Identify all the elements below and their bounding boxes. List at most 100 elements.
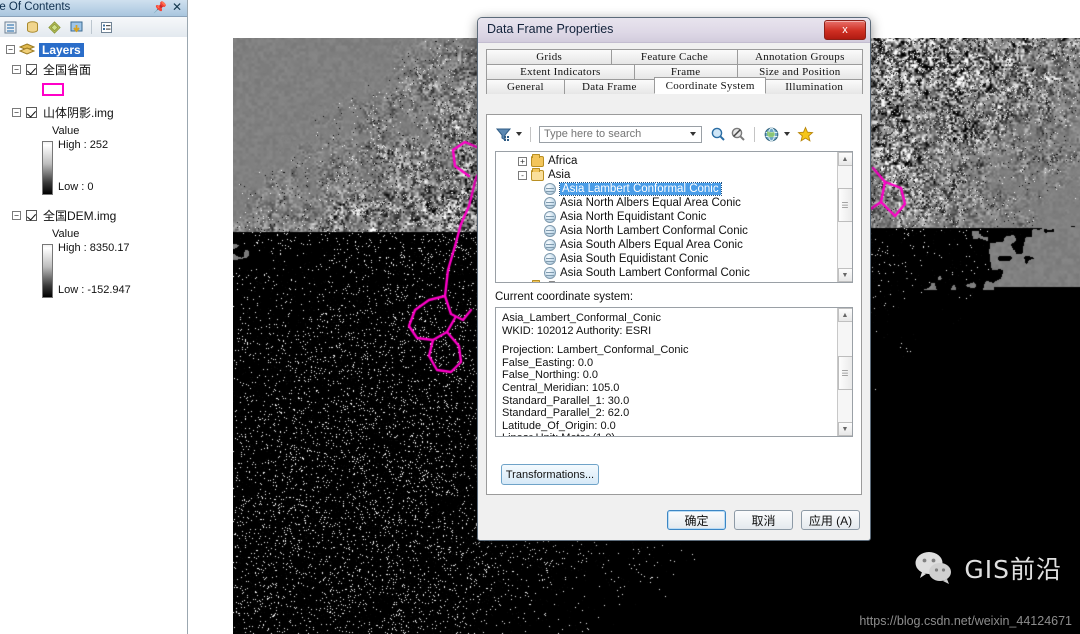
apply-button[interactable]: 应用 (A) xyxy=(801,510,860,530)
layer-name: 山体阴影.img xyxy=(43,106,114,120)
globe-icon xyxy=(544,267,556,279)
cs-detail-line: WKID: 102012 Authority: ESRI xyxy=(502,324,652,337)
pin-icon[interactable]: 📌 xyxy=(153,1,167,14)
expander-icon[interactable]: - xyxy=(518,170,527,180)
tree-item-label: Europe xyxy=(548,281,585,282)
tree-item-label: Asia xyxy=(548,169,571,181)
globe-icon xyxy=(544,183,556,195)
tab-general[interactable]: General xyxy=(486,79,565,94)
globe-dropdown-icon[interactable] xyxy=(784,132,790,136)
scroll-track[interactable]: ☰ xyxy=(837,166,852,268)
toc-root-layers[interactable]: − Layers xyxy=(0,41,187,58)
globe-icon xyxy=(544,253,556,265)
cs-detail-line: Standard_Parallel_2: 62.0 xyxy=(502,407,630,420)
magenta-outline-swatch[interactable] xyxy=(42,83,64,96)
toc-layer-item[interactable]: − 全国DEM.img xyxy=(0,207,187,224)
toc-layer-item[interactable]: − 山体阴影.img xyxy=(0,104,187,121)
dialog-body: Grids Feature Cache Annotation Groups Ex… xyxy=(478,43,870,540)
expander-icon[interactable]: − xyxy=(12,211,21,220)
tree-item-asia-south-lambert-conformal-conic[interactable]: Asia South Lambert Conformal Conic xyxy=(496,266,837,280)
scroll-down-icon[interactable]: ▼ xyxy=(837,422,852,436)
search-dropdown-icon[interactable] xyxy=(690,132,696,136)
scroll-thumb[interactable]: ☰ xyxy=(837,188,852,222)
cs-detail-spacer xyxy=(502,337,837,344)
tree-item-asia-south-equidistant-conic[interactable]: Asia South Equidistant Conic xyxy=(496,252,837,266)
legend-low-value: Low : 0 xyxy=(58,181,94,193)
toc-layer-tree[interactable]: − Layers − 全国省面 − 山体阴影.img Value High: … xyxy=(0,37,187,634)
coordinate-system-tree[interactable]: + Africa - Asia Asia Lambert Conformal C… xyxy=(495,151,853,283)
tab-grids[interactable]: Grids xyxy=(486,49,613,64)
data-frame-properties-dialog[interactable]: Data Frame Properties x Grids Feature Ca… xyxy=(477,17,871,541)
dialog-title: Data Frame Properties xyxy=(487,22,614,36)
color-ramp xyxy=(42,244,53,298)
cs-detail-line: Projection: Lambert_Conformal_Conic xyxy=(502,344,689,357)
table-of-contents-panel: able Of Contents 📌 ✕ xyxy=(0,0,188,634)
tree-item-asia-lambert-conformal-conic[interactable]: Asia Lambert Conformal Conic xyxy=(496,182,837,196)
cs-detail-line: Latitude_Of_Origin: 0.0 xyxy=(502,419,616,432)
wechat-icon xyxy=(912,550,956,586)
scroll-down-icon[interactable]: ▼ xyxy=(837,268,852,282)
filter-dropdown-icon[interactable] xyxy=(516,132,522,136)
cancel-search-icon[interactable] xyxy=(730,126,746,142)
layer-symbol-row[interactable] xyxy=(0,81,187,98)
transformations-button[interactable]: Transformations... xyxy=(501,464,599,485)
tree-item-asia-south-albers-equal-area-conic[interactable]: Asia South Albers Equal Area Conic xyxy=(496,238,837,252)
tree-item-asia-north-equidistant-conic[interactable]: Asia North Equidistant Conic xyxy=(496,210,837,224)
expander-icon[interactable]: + xyxy=(518,156,527,166)
tab-feature-cache[interactable]: Feature Cache xyxy=(611,49,738,64)
layers-icon xyxy=(19,43,35,55)
layer-visibility-checkbox[interactable] xyxy=(26,210,37,221)
list-by-source-icon[interactable] xyxy=(23,18,42,37)
list-by-visibility-icon[interactable] xyxy=(45,18,64,37)
list-by-selection-icon[interactable] xyxy=(67,18,86,37)
dialog-title-bar[interactable]: Data Frame Properties x xyxy=(478,18,870,43)
search-box[interactable] xyxy=(539,125,702,143)
scroll-up-icon[interactable]: ▲ xyxy=(837,152,852,166)
filter-icon[interactable] xyxy=(495,126,512,143)
tree-scrollbar[interactable]: ▲ ☰ ▼ xyxy=(837,152,852,282)
options-icon[interactable] xyxy=(97,18,116,37)
globe-icon[interactable] xyxy=(763,126,780,143)
tree-item-africa[interactable]: + Africa xyxy=(496,153,837,168)
legend-ramp-block: High : 8350.17 Low : -152.947 xyxy=(0,242,187,300)
scroll-track[interactable]: ☰ xyxy=(837,322,852,422)
close-icon[interactable]: ✕ xyxy=(172,0,182,14)
layer-visibility-checkbox[interactable] xyxy=(26,64,37,75)
tab-coordinate-system[interactable]: Coordinate System xyxy=(653,77,767,94)
expander-icon[interactable]: − xyxy=(6,45,15,54)
tab-row-1: Grids Feature Cache Annotation Groups xyxy=(486,49,863,64)
coordinate-system-tree-rows[interactable]: + Africa - Asia Asia Lambert Conformal C… xyxy=(496,152,837,282)
tree-item-asia-north-lambert-conformal-conic[interactable]: Asia North Lambert Conformal Conic xyxy=(496,224,837,238)
star-icon[interactable] xyxy=(797,125,814,143)
tree-item-asia-north-albers-equal-area-conic[interactable]: Asia North Albers Equal Area Conic xyxy=(496,196,837,210)
search-toolbar xyxy=(495,123,853,145)
legend-title: Value xyxy=(52,227,80,240)
tree-item-europe[interactable]: + Europe xyxy=(496,279,837,282)
search-icon[interactable] xyxy=(710,126,726,142)
legend-low-value: Low : -152.947 xyxy=(58,284,131,296)
list-by-drawing-order-icon[interactable] xyxy=(1,18,20,37)
scroll-thumb[interactable]: ☰ xyxy=(837,356,852,390)
cs-detail-line: Asia_Lambert_Conformal_Conic xyxy=(502,312,661,324)
toc-layer-item[interactable]: − 全国省面 xyxy=(0,61,187,78)
watermark-url: https://blog.csdn.net/weixin_44124671 xyxy=(859,614,1072,628)
layer-visibility-checkbox[interactable] xyxy=(26,107,37,118)
ok-button[interactable]: 确定 xyxy=(667,510,726,530)
expander-icon[interactable]: − xyxy=(12,65,21,74)
search-input[interactable] xyxy=(540,126,690,142)
tab-data-frame[interactable]: Data Frame xyxy=(563,79,655,94)
expander-icon[interactable]: − xyxy=(12,108,21,117)
scroll-up-icon[interactable]: ▲ xyxy=(837,308,852,322)
cancel-button[interactable]: 取消 xyxy=(734,510,793,530)
tree-item-asia[interactable]: - Asia xyxy=(496,167,837,182)
toolbar-separator xyxy=(530,126,531,142)
detail-scrollbar[interactable]: ▲ ☰ ▼ xyxy=(837,308,852,436)
tab-annotation-groups[interactable]: Annotation Groups xyxy=(736,49,863,64)
tree-item-label: Asia South Lambert Conformal Conic xyxy=(560,267,750,279)
current-coordinate-system-label: Current coordinate system: xyxy=(495,291,634,303)
tab-extent-indicators[interactable]: Extent Indicators xyxy=(486,64,635,79)
tab-illumination[interactable]: Illumination xyxy=(765,79,863,94)
current-coordinate-system-detail[interactable]: Asia_Lambert_Conformal_Conic WKID: 10201… xyxy=(495,307,853,437)
toc-root-label: Layers xyxy=(39,42,84,57)
close-icon[interactable]: x xyxy=(824,20,866,40)
